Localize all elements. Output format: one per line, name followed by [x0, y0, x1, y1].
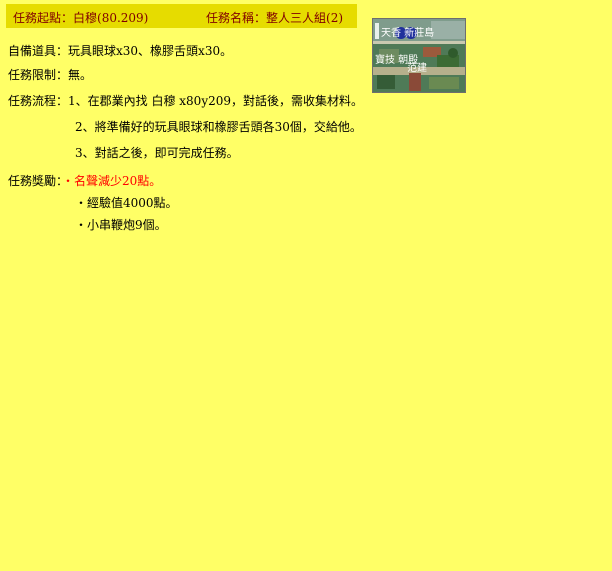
quest-process-step-2: 2、將準備好的玩具眼球和橡膠舌頭各30個，交給他。	[75, 120, 362, 134]
quest-name: 任務名稱：整人三人組(2)	[206, 9, 343, 26]
quest-start-point: 任務起點：白穆(80.209)	[13, 9, 148, 26]
quest-process-label: 任務流程：	[8, 94, 69, 108]
required-items-row: 自備道具：玩具眼球x30、橡膠舌頭x30。	[8, 42, 232, 59]
quest-reward-item: ・小串鞭炮9個。	[75, 218, 167, 232]
quest-process-step-3: 3、對話之後，即可完成任務。	[75, 146, 239, 160]
required-items-label: 自備道具：	[8, 44, 69, 58]
quest-reward-row: 任務獎勵：・名聲減少20點。	[8, 172, 161, 189]
quest-name-value: 整人三人組(2)	[266, 11, 344, 25]
quest-start-label: 任務起點：	[13, 11, 74, 25]
required-items-value: 玩具眼球x30、橡膠舌頭x30。	[68, 44, 233, 58]
quest-reward-fame: ・名聲減少20點。	[62, 174, 162, 188]
quest-process-step-1: 1、在郡業內找 白穆 x80y209，對話後，需收集材料。	[68, 94, 364, 108]
quest-header-bar: 任務起點：白穆(80.209) 任務名稱：整人三人組(2)	[6, 4, 357, 28]
quest-process-row: 任務流程：1、在郡業內找 白穆 x80y209，對話後，需收集材料。	[8, 92, 363, 109]
thumbnail-caption-right: 范建	[407, 61, 427, 74]
map-thumbnail[interactable]: 天香 新莊島 寶技 朝殿 范建	[372, 18, 466, 93]
quest-reward-exp: ・經驗值4000點。	[75, 196, 178, 210]
quest-name-label: 任務名稱：	[206, 11, 267, 25]
quest-limit-label: 任務限制：	[8, 68, 69, 82]
quest-start-value: 白穆(80.209)	[73, 11, 149, 25]
quest-limit-row: 任務限制：無。	[8, 66, 92, 83]
thumbnail-caption-top: 天香 新莊島	[381, 26, 434, 39]
quest-reward-label: 任務獎勵：	[8, 174, 63, 188]
quest-limit-value: 無。	[68, 68, 93, 82]
map-thumbnail-image: 天香 新莊島 寶技 朝殿 范建	[373, 19, 465, 92]
